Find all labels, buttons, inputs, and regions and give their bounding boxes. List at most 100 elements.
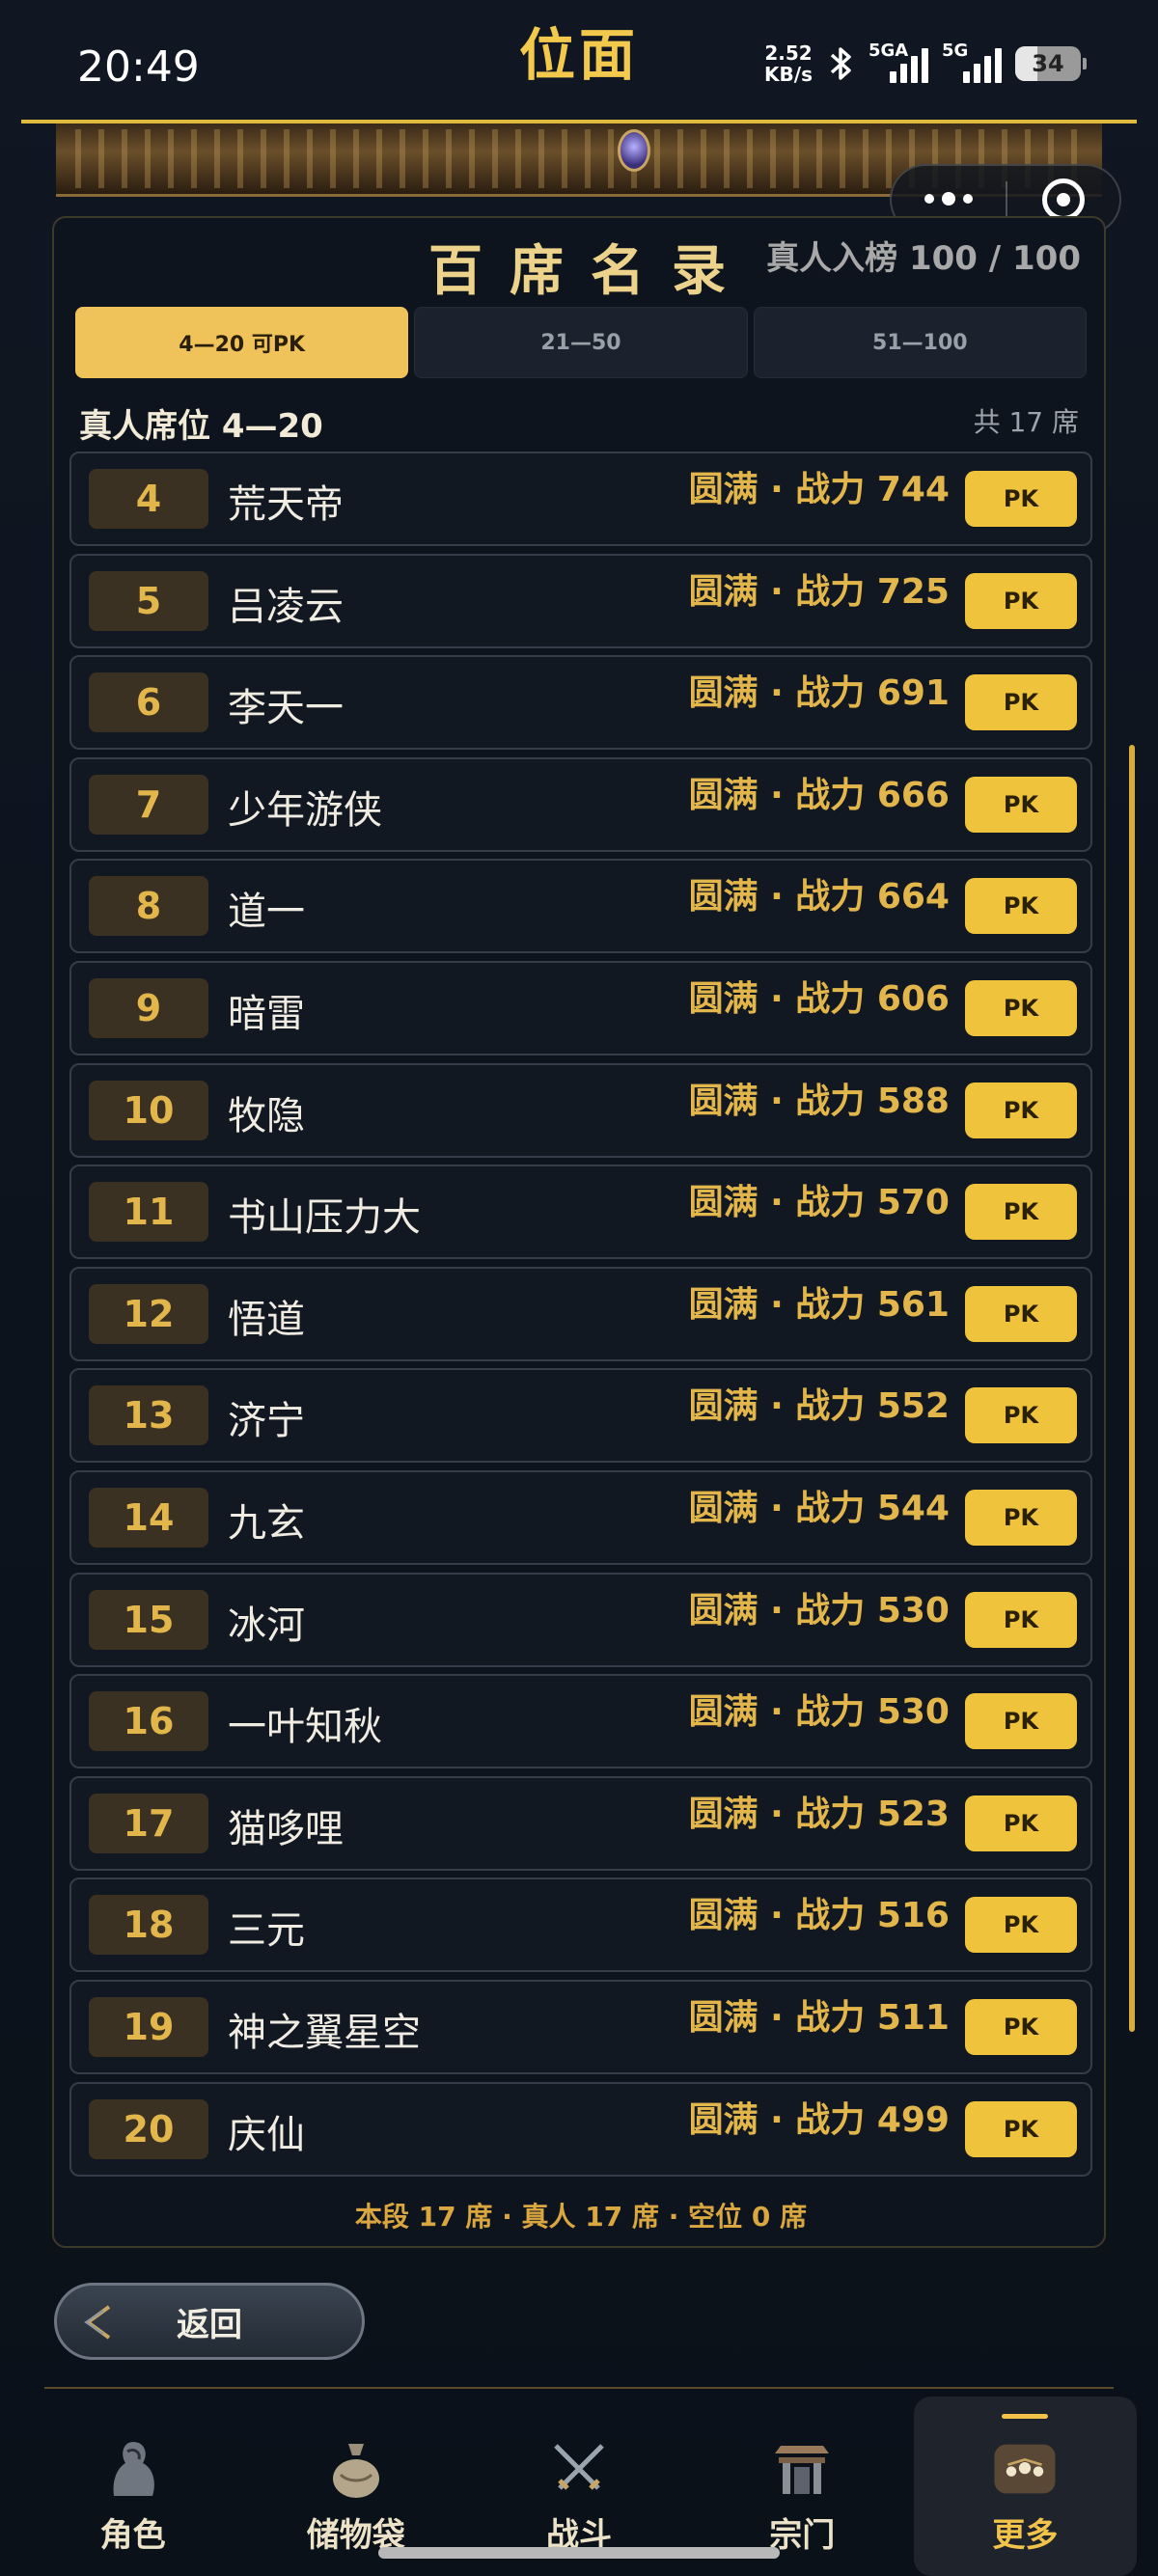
power-value: 圆满 · 战力 691 bbox=[688, 673, 950, 714]
gem-ornament-icon bbox=[618, 129, 650, 172]
rank-badge: 20 bbox=[89, 2098, 208, 2159]
rank-badge: 6 bbox=[89, 672, 208, 733]
player-name: 牧隐 bbox=[228, 1093, 305, 1138]
player-name: 吕凌云 bbox=[228, 584, 344, 629]
nav-divider bbox=[44, 2387, 1114, 2389]
pk-button[interactable]: PK bbox=[965, 979, 1077, 1036]
ranking-row: 4 荒天帝 圆满 · 战力 744 PK bbox=[69, 452, 1092, 546]
rank-badge: 7 bbox=[89, 774, 208, 835]
power-value: 圆满 · 战力 511 bbox=[688, 1997, 950, 2038]
app-screen: 20:49 位面 2.52 KB/s 5GA 5G 34 百席名录 真人入榜 1… bbox=[0, 0, 1158, 2576]
power-value: 圆满 · 战力 664 bbox=[688, 877, 950, 918]
active-tab-indicator bbox=[1002, 2414, 1049, 2419]
power-value: 圆满 · 战力 552 bbox=[688, 1386, 950, 1427]
pk-button[interactable]: PK bbox=[965, 674, 1077, 731]
ranking-count: 真人入榜 100 / 100 bbox=[766, 239, 1081, 278]
player-name: 李天一 bbox=[228, 686, 344, 731]
ranking-row: 15 冰河 圆满 · 战力 530 PK bbox=[69, 1572, 1092, 1667]
rank-badge: 4 bbox=[89, 469, 208, 529]
back-button[interactable]: 返回 bbox=[54, 2283, 365, 2360]
player-name: 济宁 bbox=[228, 1399, 305, 1444]
pk-button[interactable]: PK bbox=[965, 1795, 1077, 1851]
ranking-row: 14 九玄 圆满 · 战力 544 PK bbox=[69, 1469, 1092, 1565]
player-name: 猫哆哩 bbox=[228, 1806, 344, 1851]
pk-button[interactable]: PK bbox=[965, 878, 1077, 935]
player-name: 三元 bbox=[228, 1908, 305, 1954]
power-value: 圆满 · 战力 744 bbox=[688, 470, 950, 509]
section-title: 真人席位 4—20 bbox=[79, 407, 323, 446]
ranking-row: 13 济宁 圆满 · 战力 552 PK bbox=[69, 1368, 1092, 1464]
pk-button[interactable]: PK bbox=[965, 1693, 1077, 1750]
power-value: 圆满 · 战力 561 bbox=[688, 1284, 950, 1325]
player-name: 书山压力大 bbox=[228, 1195, 421, 1241]
rank-badge: 13 bbox=[89, 1385, 208, 1446]
status-bar: 20:49 位面 2.52 KB/s 5GA 5G 34 bbox=[0, 0, 1158, 121]
power-value: 圆满 · 战力 725 bbox=[688, 571, 950, 612]
ranking-row: 9 暗雷 圆满 · 战力 606 PK bbox=[69, 960, 1092, 1055]
nav-item-more[interactable]: 更多 bbox=[913, 2397, 1138, 2576]
rank-badge: 17 bbox=[89, 1793, 208, 1853]
power-value: 圆满 · 战力 530 bbox=[688, 1692, 950, 1733]
player-name: 荒天帝 bbox=[228, 482, 344, 527]
player-name: 悟道 bbox=[228, 1297, 305, 1342]
power-value: 圆满 · 战力 570 bbox=[688, 1183, 950, 1223]
bluetooth-icon bbox=[830, 47, 851, 80]
ranking-row: 17 猫哆哩 圆满 · 战力 523 PK bbox=[69, 1775, 1092, 1871]
power-value: 圆满 · 战力 606 bbox=[688, 978, 950, 1019]
pk-button[interactable]: PK bbox=[965, 1387, 1077, 1444]
pk-button[interactable]: PK bbox=[965, 471, 1077, 527]
pk-button[interactable]: PK bbox=[965, 572, 1077, 629]
rank-badge: 8 bbox=[89, 876, 208, 937]
ranking-row: 19 神之翼星空 圆满 · 战力 511 PK bbox=[69, 1979, 1092, 2074]
rank-badge: 16 bbox=[89, 1691, 208, 1752]
rank-badge: 11 bbox=[89, 1182, 208, 1243]
more-icon bbox=[991, 2435, 1059, 2503]
rank-badge: 15 bbox=[89, 1589, 208, 1650]
pk-button[interactable]: PK bbox=[965, 1897, 1077, 1954]
player-name: 一叶知秋 bbox=[228, 1705, 382, 1750]
tab-51-100[interactable]: 51—100 bbox=[753, 307, 1087, 378]
pk-button[interactable]: PK bbox=[965, 1285, 1077, 1342]
player-name: 庆仙 bbox=[228, 2112, 305, 2157]
storage-bag-icon bbox=[322, 2435, 390, 2503]
ranking-panel: 百席名录 真人入榜 100 / 100 4—20 可PK 21—50 51—10… bbox=[52, 216, 1106, 2248]
pk-button[interactable]: PK bbox=[965, 1082, 1077, 1138]
battery-icon: 34 bbox=[1015, 46, 1087, 81]
nav-item-character[interactable]: 角色 bbox=[21, 2397, 244, 2576]
pk-button[interactable]: PK bbox=[965, 1998, 1077, 2055]
status-icons: 2.52 KB/s 5GA 5G 34 bbox=[764, 41, 1087, 86]
pk-button[interactable]: PK bbox=[965, 2100, 1077, 2157]
power-value: 圆满 · 战力 544 bbox=[688, 1488, 950, 1528]
network-speed: 2.52 KB/s bbox=[764, 41, 813, 86]
tab-4-20[interactable]: 4—20 可PK bbox=[75, 307, 409, 378]
pk-button[interactable]: PK bbox=[965, 776, 1077, 833]
rank-range-tabs: 4—20 可PK 21—50 51—100 bbox=[75, 307, 1087, 378]
ranking-row: 8 道一 圆满 · 战力 664 PK bbox=[69, 859, 1092, 954]
more-options-icon[interactable] bbox=[892, 192, 1006, 206]
tab-21-50[interactable]: 21—50 bbox=[414, 307, 748, 378]
power-value: 圆满 · 战力 530 bbox=[688, 1590, 950, 1631]
character-icon bbox=[99, 2435, 167, 2503]
ranking-row: 20 庆仙 圆满 · 战力 499 PK bbox=[69, 2081, 1092, 2177]
rank-badge: 10 bbox=[89, 1080, 208, 1140]
ranking-row: 12 悟道 圆满 · 战力 561 PK bbox=[69, 1266, 1092, 1361]
player-name: 神之翼星空 bbox=[228, 2010, 421, 2055]
close-miniprogram-icon[interactable] bbox=[1007, 178, 1119, 221]
sect-gate-icon bbox=[768, 2435, 836, 2503]
panel-footer-summary: 本段 17 席 · 真人 17 席 · 空位 0 席 bbox=[354, 2201, 808, 2233]
player-name: 冰河 bbox=[228, 1603, 305, 1648]
player-name: 暗雷 bbox=[228, 991, 305, 1036]
pk-button[interactable]: PK bbox=[965, 1489, 1077, 1546]
scrollbar[interactable] bbox=[1129, 745, 1135, 2032]
ranking-row: 18 三元 圆满 · 战力 516 PK bbox=[69, 1877, 1092, 1973]
pk-button[interactable]: PK bbox=[965, 1184, 1077, 1241]
power-value: 圆满 · 战力 499 bbox=[688, 2099, 950, 2140]
ranking-row: 10 牧隐 圆满 · 战力 588 PK bbox=[69, 1062, 1092, 1158]
signal-5ga-icon: 5GA bbox=[868, 41, 928, 83]
ranking-row: 11 书山压力大 圆满 · 战力 570 PK bbox=[69, 1165, 1092, 1260]
ranking-row: 7 少年游侠 圆满 · 战力 666 PK bbox=[69, 756, 1092, 852]
pk-button[interactable]: PK bbox=[965, 1591, 1077, 1648]
player-name: 少年游侠 bbox=[228, 787, 382, 833]
rank-badge: 12 bbox=[89, 1283, 208, 1344]
ranking-row: 16 一叶知秋 圆满 · 战力 530 PK bbox=[69, 1674, 1092, 1769]
